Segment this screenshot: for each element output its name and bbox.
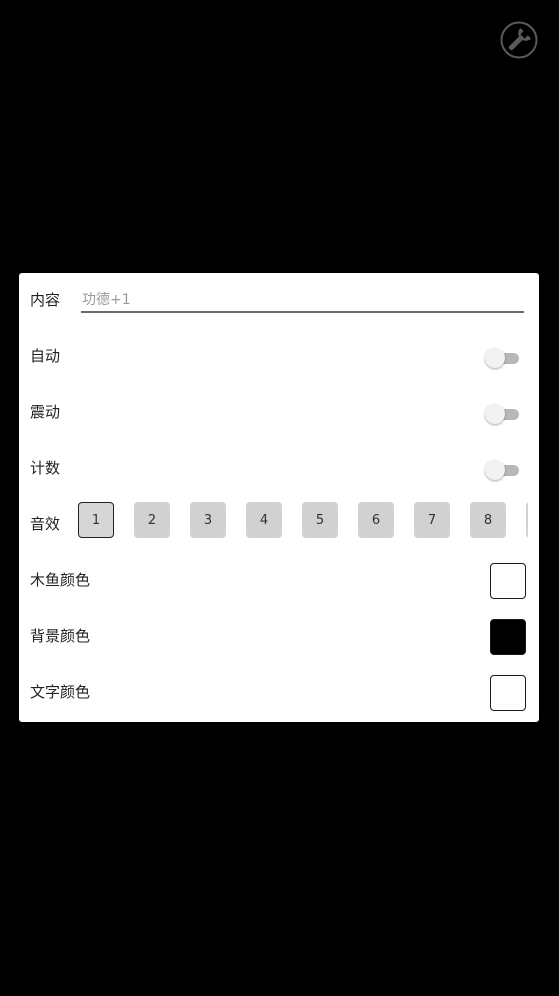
count-label: 计数 <box>30 459 61 477</box>
sound-option-1[interactable]: 1 <box>78 502 114 538</box>
toggle-knob <box>485 404 505 424</box>
auto-label: 自动 <box>30 347 61 365</box>
sound-option-4[interactable]: 4 <box>246 502 282 538</box>
text-color-label: 文字颜色 <box>30 683 91 701</box>
sound-label: 音效 <box>30 515 61 533</box>
app-screen: 内容 自动 震动 计数 音效 1 2 3 4 5 6 7 8 9 木 <box>0 0 559 996</box>
sound-option-9[interactable]: 9 <box>526 502 528 538</box>
vibrate-toggle[interactable] <box>485 403 519 425</box>
count-toggle[interactable] <box>485 459 519 481</box>
sound-option-6[interactable]: 6 <box>358 502 394 538</box>
toggle-knob <box>485 348 505 368</box>
sound-option-3[interactable]: 3 <box>190 502 226 538</box>
settings-wrench-button[interactable] <box>500 21 538 59</box>
settings-panel: 内容 自动 震动 计数 音效 1 2 3 4 5 6 7 8 9 木 <box>19 273 539 722</box>
sound-option-5[interactable]: 5 <box>302 502 338 538</box>
text-color-swatch[interactable] <box>490 675 526 711</box>
content-label: 内容 <box>30 291 61 309</box>
sound-option-8[interactable]: 8 <box>470 502 506 538</box>
vibrate-label: 震动 <box>30 403 61 421</box>
auto-toggle[interactable] <box>485 347 519 369</box>
fish-color-label: 木鱼颜色 <box>30 571 91 589</box>
sound-options-strip[interactable]: 1 2 3 4 5 6 7 8 9 <box>78 501 528 541</box>
sound-option-2[interactable]: 2 <box>134 502 170 538</box>
bg-color-label: 背景颜色 <box>30 627 91 645</box>
toggle-knob <box>485 460 505 480</box>
bg-color-swatch[interactable] <box>490 619 526 655</box>
content-input[interactable] <box>81 289 524 313</box>
fish-color-swatch[interactable] <box>490 563 526 599</box>
sound-option-7[interactable]: 7 <box>414 502 450 538</box>
wrench-icon <box>500 21 538 59</box>
